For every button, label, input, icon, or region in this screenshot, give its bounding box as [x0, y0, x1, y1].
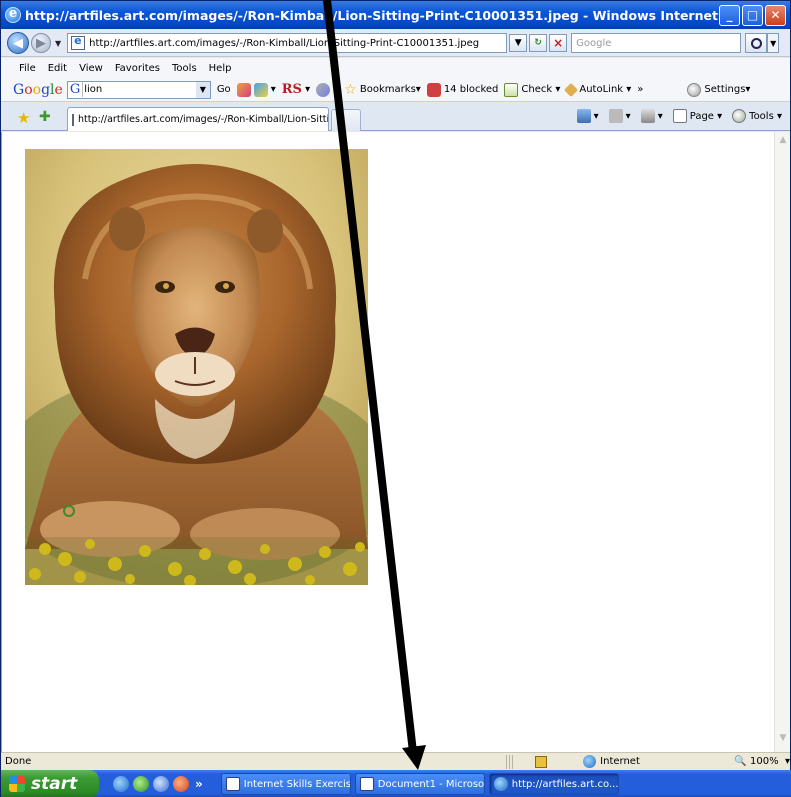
- address-bar[interactable]: http://artfiles.art.com/images/-/Ron-Kim…: [67, 33, 508, 53]
- scroll-down-icon[interactable]: ▼: [776, 733, 790, 749]
- google-search-field[interactable]: G lion ▼: [66, 80, 211, 99]
- forward-button[interactable]: ▶: [31, 33, 51, 53]
- title-bar[interactable]: http://artfiles.art.com/images/-/Ron-Kim…: [1, 1, 790, 29]
- status-divider: [505, 754, 507, 769]
- autolink-icon: [564, 82, 579, 97]
- google-toolbar: Google G lion ▼ Go ▾ RS ▾ ▾ ☆ Bookmarks ▾…: [1, 78, 790, 102]
- autolink-button[interactable]: AutoLink ▾: [564, 82, 631, 97]
- media-quicklaunch-icon[interactable]: [173, 776, 189, 792]
- search-icon[interactable]: [745, 33, 768, 53]
- recent-pages-dropdown[interactable]: ▼: [55, 39, 61, 48]
- google-search-value[interactable]: lion: [84, 84, 196, 95]
- google-go-button[interactable]: Go: [217, 84, 231, 95]
- page-menu-button[interactable]: Page ▾: [672, 109, 722, 123]
- windows-logo-icon: [9, 776, 25, 792]
- link-button[interactable]: ▾: [316, 82, 338, 97]
- puzzle-icon[interactable]: [253, 82, 268, 97]
- menu-file[interactable]: File: [19, 63, 36, 74]
- stop-button[interactable]: ×: [549, 34, 568, 52]
- toolbar-more-button[interactable]: »: [637, 84, 643, 95]
- home-button[interactable]: ▾: [576, 109, 599, 123]
- lion-image[interactable]: [25, 149, 368, 585]
- quicklaunch-more-icon[interactable]: »: [195, 777, 203, 791]
- zoom-control[interactable]: 🔍 100% ▾: [734, 756, 790, 767]
- address-dropdown[interactable]: ▼: [509, 34, 528, 52]
- status-divider: [511, 754, 513, 769]
- tools-menu-button[interactable]: Tools ▾: [732, 109, 782, 123]
- toolbar-extra-icons[interactable]: ▾: [236, 82, 276, 97]
- google-g-icon: G: [70, 82, 84, 97]
- tab-title: http://artfiles.art.com/images/-/Ron-Kim…: [78, 114, 329, 125]
- spellcheck-button[interactable]: Check ▾: [504, 82, 560, 97]
- protected-mode-icon[interactable]: [535, 755, 548, 768]
- desktop-quicklaunch-icon[interactable]: [153, 776, 169, 792]
- tab-lion-image[interactable]: http://artfiles.art.com/images/-/Ron-Kim…: [67, 107, 329, 131]
- news-icon[interactable]: [236, 82, 251, 97]
- globe-icon: [583, 755, 597, 768]
- back-button[interactable]: ◀: [7, 32, 29, 54]
- menu-edit[interactable]: Edit: [48, 63, 67, 74]
- ie-icon: [493, 777, 508, 791]
- internet-explorer-icon: [5, 6, 21, 23]
- link-icon: [316, 82, 331, 97]
- scroll-up-icon[interactable]: ▲: [776, 135, 790, 151]
- word-icon: [359, 777, 374, 791]
- menu-help[interactable]: Help: [209, 63, 232, 74]
- status-text: Done: [5, 756, 32, 767]
- browser-window: http://artfiles.art.com/images/-/Ron-Kim…: [0, 0, 791, 797]
- start-button[interactable]: start: [1, 770, 99, 797]
- settings-button[interactable]: Settings ▾: [687, 82, 750, 97]
- word-icon: [225, 777, 240, 791]
- menu-tools[interactable]: Tools: [172, 63, 197, 74]
- page-icon: [672, 109, 687, 123]
- add-favorites-icon[interactable]: ✚: [39, 109, 51, 125]
- printer-icon: [640, 109, 655, 123]
- status-bar: Done Internet 🔍 100% ▾: [1, 752, 790, 770]
- taskbar: start » Internet Skills Exercis... Docum…: [1, 770, 791, 797]
- taskbar-item-ie[interactable]: http://artfiles.art.co...: [488, 773, 619, 795]
- vertical-scrollbar[interactable]: ▲ ▼: [774, 132, 790, 752]
- menu-bar: File Edit View Favorites Tools Help: [1, 58, 790, 78]
- quick-launch: »: [113, 776, 203, 792]
- google-search-dropdown[interactable]: ▼: [195, 81, 210, 98]
- gear-icon: [732, 109, 747, 123]
- feed-icon: [608, 109, 623, 123]
- tab-row: ★ ✚ http://artfiles.art.com/images/-/Ron…: [1, 103, 790, 131]
- taskbar-item-document1[interactable]: Document1 - Microsof...: [354, 773, 485, 795]
- address-row: ◀ ▶ ▼ http://artfiles.art.com/images/-/R…: [1, 30, 790, 57]
- new-tab-button[interactable]: [331, 109, 361, 131]
- rs-button[interactable]: RS ▾: [282, 82, 310, 97]
- page-icon: [72, 113, 74, 126]
- close-button[interactable]: ✕: [765, 4, 786, 26]
- messenger-quicklaunch-icon[interactable]: [133, 776, 149, 792]
- search-options-dropdown[interactable]: ▼: [767, 33, 780, 53]
- address-url[interactable]: http://artfiles.art.com/images/-/Ron-Kim…: [89, 38, 506, 49]
- feeds-button[interactable]: ▾: [608, 109, 631, 123]
- settings-icon: [687, 82, 702, 97]
- favorites-star-icon[interactable]: ★: [17, 109, 30, 127]
- menu-favorites[interactable]: Favorites: [115, 63, 160, 74]
- bookmarks-button[interactable]: ☆ Bookmarks ▾: [344, 82, 421, 98]
- search-input[interactable]: Google: [571, 33, 742, 53]
- status-divider: [508, 754, 510, 769]
- blocked-icon: [426, 82, 441, 97]
- security-zone[interactable]: Internet: [583, 755, 728, 768]
- home-icon: [576, 109, 591, 123]
- minimize-button[interactable]: _: [719, 4, 740, 26]
- page-icon: [71, 34, 86, 50]
- print-button[interactable]: ▾: [640, 109, 663, 123]
- command-bar: ▾ ▾ ▾ Page ▾ Tools ▾: [567, 109, 782, 123]
- ie-quicklaunch-icon[interactable]: [113, 776, 129, 792]
- spellcheck-icon: [504, 82, 519, 97]
- popup-blocker-button[interactable]: 14 blocked: [426, 82, 498, 97]
- page-content: [1, 132, 774, 752]
- menu-view[interactable]: View: [79, 63, 103, 74]
- maximize-button[interactable]: □: [742, 4, 763, 26]
- star-icon: ☆: [344, 81, 357, 98]
- google-logo: Google: [13, 81, 63, 98]
- window-title: http://artfiles.art.com/images/-/Ron-Kim…: [25, 7, 719, 23]
- refresh-button[interactable]: ↻: [529, 34, 548, 52]
- taskbar-item-internet-skills[interactable]: Internet Skills Exercis...: [220, 773, 351, 795]
